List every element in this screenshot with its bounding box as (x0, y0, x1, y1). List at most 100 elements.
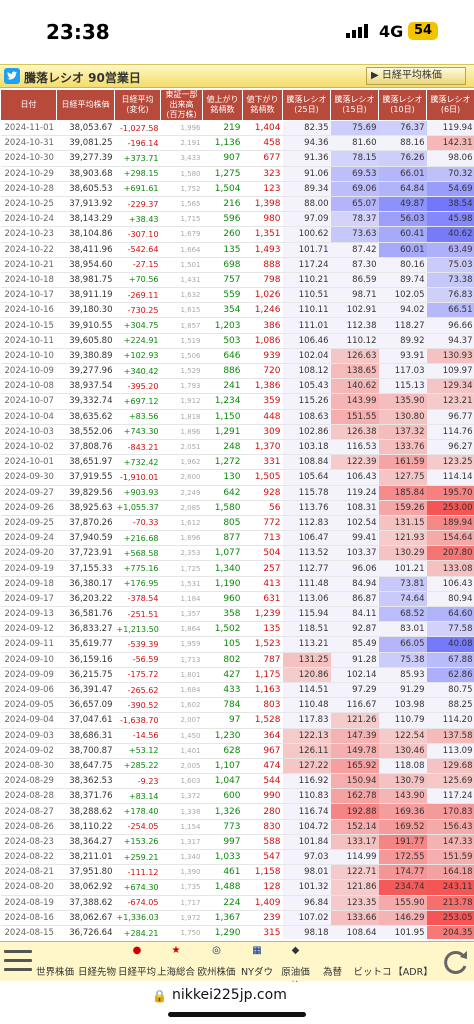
ratio-cell: 66.05 (378, 636, 427, 653)
ratio-cell: 75.03 (426, 257, 474, 273)
ratio-cell: 169.36 (378, 803, 427, 820)
date-cell: 2024-09-05 (0, 697, 57, 714)
ratio-cell: 110.48 (282, 697, 331, 714)
table-row: 2024-08-30 38,647.75 +285.22 2,005 1,107 474 1… (0, 758, 474, 775)
ratio-cell: 96.66 (426, 317, 474, 334)
ratio-cell: 91.36 (282, 150, 331, 167)
ratio-cell: 84.94 (330, 575, 379, 592)
bottom-menu-item[interactable]: 日経先物 (76, 942, 118, 982)
ratio-cell: 113.52 (282, 545, 331, 562)
hamburger-menu-icon[interactable] (4, 950, 32, 974)
ratio-cell: 94.02 (378, 302, 427, 319)
change-cell: +373.71 (114, 150, 161, 167)
ratio-cell: 120.86 (282, 667, 331, 683)
ratio-cell: 98.18 (282, 925, 331, 939)
volume-cell: 2,085 (160, 500, 203, 516)
volume-cell: 2,191 (160, 135, 203, 152)
decliners-cell: 1,528 (242, 712, 283, 729)
ratio-cell: 116.74 (282, 803, 331, 820)
column-header: 日経平均株価 (56, 89, 115, 121)
ratio-cell: 66.01 (378, 166, 427, 182)
ratio-cell: 102.91 (330, 302, 379, 319)
date-cell: 2024-10-17 (0, 287, 57, 304)
date-cell: 2024-08-20 (0, 879, 57, 896)
change-cell: -730.25 (114, 302, 161, 319)
nikkei-price-cell: 36,833.27 (56, 621, 115, 638)
ratio-cell: 104.72 (282, 819, 331, 835)
advancers-cell: 1,580 (202, 500, 243, 516)
change-cell: -70.33 (114, 515, 161, 532)
advancers-cell: 461 (202, 864, 243, 881)
change-cell: +285.22 (114, 758, 161, 775)
nikkei-price-cell: 38,211.01 (56, 849, 115, 866)
twitter-icon[interactable] (4, 68, 20, 84)
ratio-cell: 85.49 (330, 636, 379, 653)
bottom-menu-item[interactable]: ● 日経平均 (117, 942, 157, 982)
bottom-menu-item[interactable]: ★ 上海総合 (156, 942, 196, 982)
ratio-cell: 75.38 (378, 651, 427, 668)
bottom-menu-item[interactable]: 世界株価 (34, 942, 76, 982)
decliners-cell: 677 (242, 150, 283, 167)
decliners-cell: 1,404 (242, 120, 283, 137)
ratio-table-wrapper[interactable]: 日付 日経平均株価 日経平均 (変化) 東証一部 出来高 (百万株) 値上がり 銘柄数 値下がり銘… (0, 89, 474, 939)
bottom-menu-item[interactable]: ビットコ (352, 942, 393, 982)
url-text[interactable]: nikkei225jp.com (172, 987, 287, 1003)
table-row: 2024-09-06 36,391.47 -265.62 1,684 433 1,163 1… (0, 682, 474, 699)
ratio-cell: 69.53 (330, 166, 379, 182)
nikkei-price-cell: 38,053.67 (56, 120, 115, 137)
advancers-cell: 1,290 (202, 925, 243, 939)
flag-icon: ◎ (212, 945, 221, 956)
volume-cell: 2,249 (160, 484, 203, 501)
advancers-cell: 773 (202, 819, 243, 835)
ratio-cell: 165.92 (330, 758, 379, 775)
ratio-cell: 116.67 (330, 697, 379, 714)
nikkei-average-button[interactable]: ▶ 日経平均株価 (366, 67, 466, 85)
volume-cell: 1,431 (160, 271, 203, 289)
ratio-cell: 115.94 (282, 606, 331, 623)
date-cell: 2024-10-28 (0, 181, 57, 197)
ratio-cell: 130.79 (378, 773, 427, 790)
ratio-cell: 125.69 (426, 773, 474, 790)
ratio-cell: 102.05 (378, 287, 427, 304)
decliners-cell: 713 (242, 530, 283, 547)
table-row: 2024-08-23 38,364.27 +153.26 1,317 997 588 101… (0, 834, 474, 851)
ratio-cell: 91.06 (282, 166, 331, 182)
refresh-icon[interactable] (442, 948, 470, 976)
advancers-cell: 802 (202, 651, 243, 668)
flag-icon: ◆ (291, 945, 300, 956)
nikkei-price-cell: 37,808.76 (56, 439, 115, 456)
ratio-cell: 115.26 (282, 393, 331, 410)
change-cell: -1,910.01 (114, 469, 161, 486)
advancers-cell: 596 (202, 211, 243, 228)
table-row: 2024-10-29 38,903.68 +298.15 1,580 1,275 323 9… (0, 166, 474, 182)
bottom-menu-item[interactable]: ◎ 欧州株価 (196, 942, 237, 982)
ratio-cell: 115.78 (282, 484, 331, 501)
ratio-cell: 114.76 (426, 423, 474, 440)
date-cell: 2024-09-10 (0, 651, 57, 668)
volume-cell: 1,864 (160, 621, 203, 638)
bottom-menu-item[interactable]: ◆原油価格 (277, 942, 314, 992)
bottom-menu-item[interactable]: ▦ NYダウ (237, 942, 277, 982)
change-cell: +83.56 (114, 409, 161, 425)
nikkei-price-cell: 37,919.55 (56, 469, 115, 486)
nikkei-price-cell: 36,159.16 (56, 651, 115, 668)
ratio-cell: 38.54 (426, 195, 474, 213)
advancers-cell: 1,367 (202, 910, 243, 926)
ratio-cell: 118.51 (282, 621, 331, 638)
bottom-menu-item[interactable]: 為替 (313, 942, 352, 982)
nikkei-price-cell: 38,686.31 (56, 727, 115, 744)
decliners-cell: 588 (242, 834, 283, 851)
date-cell: 2024-09-19 (0, 560, 57, 577)
column-header: 騰落レシオ (10日) (378, 89, 427, 121)
volume-cell: 2,005 (160, 758, 203, 775)
ratio-cell: 102.14 (330, 667, 379, 683)
advancers-cell: 877 (202, 530, 243, 547)
change-cell: -1,027.58 (114, 120, 161, 137)
ratio-cell: 40.08 (426, 636, 474, 653)
ratio-cell: 127.75 (378, 469, 427, 486)
change-cell: -14.56 (114, 727, 161, 744)
ratio-cell: 119.94 (426, 120, 474, 137)
ratio-cell: 121.26 (330, 712, 379, 729)
bottom-menu-item[interactable]: 【ADR】 (393, 942, 433, 982)
table-row: 2024-09-04 37,047.61 -1,638.70 2,007 97 1,528… (0, 712, 474, 729)
